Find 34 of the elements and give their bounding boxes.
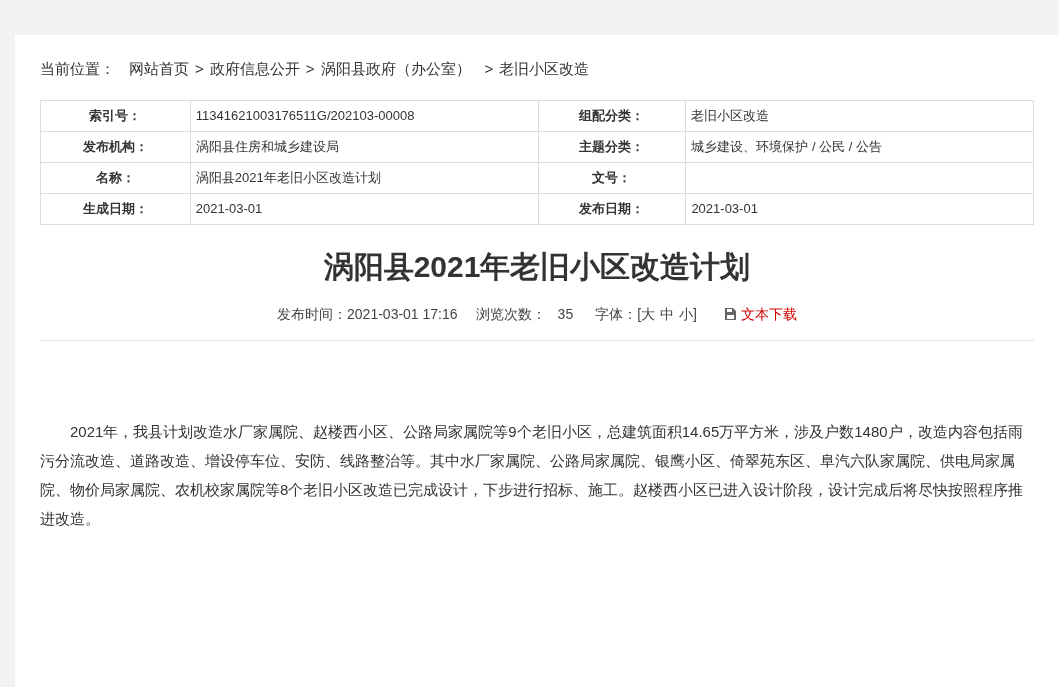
breadcrumb-link[interactable]: 政府信息公开 xyxy=(209,57,300,81)
breadcrumb-separator: > xyxy=(484,58,494,79)
download-link[interactable]: 文本下载 xyxy=(724,303,797,325)
publish-time: 发布时间：2021-03-01 17:16 xyxy=(277,304,458,324)
breadcrumb-link[interactable]: 网站首页 xyxy=(129,57,189,81)
field-value: 11341621003176511G/202103-00008 xyxy=(190,100,539,132)
field-value: 涡阳县住房和城乡建设局 xyxy=(190,131,539,163)
article-body: 2021年，我县计划改造水厂家属院、赵楼西小区、公路局家属院等9个老旧小区，总建筑面积14.65万平方米，涉及户数1480户，改造内容包括雨污分流改造、道路改造、增设停车位、安防、线路整治等。其中水厂家属院、公路局家属院、银鹰小区、倚翠苑东区、阜汽六队家属院、供电局家属院、物价局家属院、农机校家属院等8个老旧小区改造已完成设计，下步进行招标、施工。赵楼西小区已进入设计阶段，设计完成后将尽快按照程序推进改造。 xyxy=(40,422,1025,529)
field-label: 名称： xyxy=(40,162,191,194)
breadcrumb-link[interactable]: 涡阳县政府（办公室） xyxy=(320,57,471,81)
bracket: ] xyxy=(693,304,697,324)
font-size-label: 字体： xyxy=(595,304,638,324)
field-label: 生成日期： xyxy=(40,193,191,225)
field-label: 发布机构： xyxy=(40,131,191,163)
field-value: 涡阳县2021年老旧小区改造计划 xyxy=(190,162,539,194)
field-value: 城乡建设、环境保护 / 公民 / 公告 xyxy=(685,131,1034,163)
views-count: 35 xyxy=(557,304,574,324)
field-label: 发布日期： xyxy=(538,193,686,225)
breadcrumb-link[interactable]: 老旧小区改造 xyxy=(499,57,590,81)
breadcrumb-separator: > xyxy=(305,58,315,79)
font-size-link[interactable]: 中 xyxy=(660,303,675,325)
field-value: 老旧小区改造 xyxy=(685,100,1034,132)
field-value: 2021-03-01 xyxy=(685,193,1034,225)
field-label: 索引号： xyxy=(40,100,191,132)
views-label: 浏览次数： xyxy=(475,304,546,324)
field-value: 2021-03-01 xyxy=(190,193,539,225)
breadcrumb-label: 当前位置： xyxy=(40,58,115,79)
font-size-link[interactable]: 大 xyxy=(641,303,656,325)
field-label: 主题分类： xyxy=(538,131,686,163)
field-label: 组配分类： xyxy=(538,100,686,132)
field-label: 文号： xyxy=(538,162,686,194)
article-title: 涡阳县2021年老旧小区改造计划 xyxy=(322,249,752,285)
breadcrumb-separator: > xyxy=(195,58,204,79)
bracket: [ xyxy=(637,304,642,324)
